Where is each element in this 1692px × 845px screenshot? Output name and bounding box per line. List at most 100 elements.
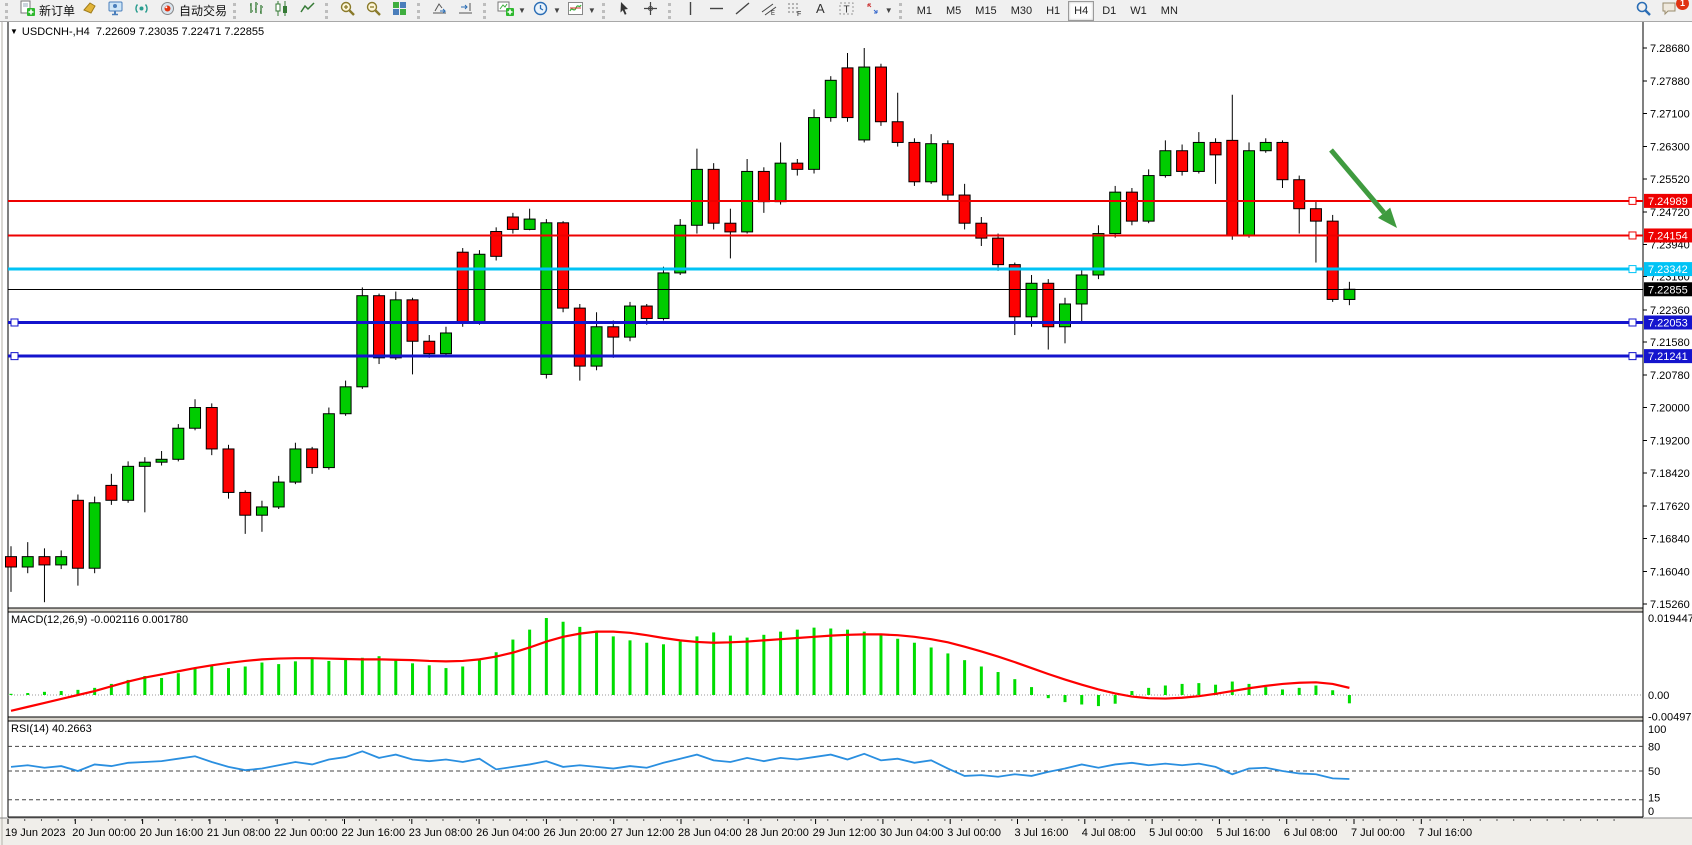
line-handle bbox=[1629, 232, 1636, 239]
bullish-candle bbox=[56, 557, 67, 565]
svg-text:28 Jun 20:00: 28 Jun 20:00 bbox=[745, 827, 809, 839]
new-chart-icon bbox=[497, 0, 514, 22]
svg-text:7 Jul 00:00: 7 Jul 00:00 bbox=[1351, 827, 1405, 839]
bullish-candle bbox=[323, 414, 334, 468]
toolbar-grip bbox=[417, 3, 423, 19]
bearish-candle bbox=[1227, 140, 1238, 235]
bearish-candle bbox=[223, 449, 234, 492]
indicators-button[interactable]: ▼ bbox=[564, 0, 599, 22]
label-button[interactable]: T bbox=[835, 0, 861, 22]
svg-text:6 Jul 08:00: 6 Jul 08:00 bbox=[1284, 827, 1338, 839]
timeframe-m15-button[interactable]: M15 bbox=[969, 1, 1002, 21]
timeframe-m30-button[interactable]: M30 bbox=[1005, 1, 1038, 21]
timeframe-w1-button[interactable]: W1 bbox=[1124, 1, 1153, 21]
auto-scroll-icon bbox=[431, 0, 448, 22]
bearish-candle bbox=[1210, 142, 1221, 154]
hline-button[interactable] bbox=[705, 0, 731, 22]
line-handle bbox=[11, 353, 18, 360]
auto-scroll-button[interactable] bbox=[428, 0, 454, 22]
bullish-candle bbox=[1244, 151, 1255, 236]
terminal-button[interactable] bbox=[104, 0, 130, 22]
bullish-candle bbox=[357, 296, 368, 387]
timeframe-h1-button[interactable]: H1 bbox=[1040, 1, 1066, 21]
toolbar-grip bbox=[483, 3, 489, 19]
crosshair-button[interactable] bbox=[639, 0, 665, 22]
new-order-button-label: 新订单 bbox=[39, 2, 75, 19]
chart-line-icon bbox=[299, 0, 316, 22]
timeframe-d1-button[interactable]: D1 bbox=[1096, 1, 1122, 21]
channel-icon: E bbox=[760, 0, 777, 22]
search-icon bbox=[1635, 0, 1652, 22]
autotrading-button[interactable]: 自动交易 bbox=[156, 0, 230, 22]
bearish-candle bbox=[641, 306, 652, 318]
text-button[interactable]: A bbox=[809, 0, 835, 22]
timeframe-mn-button[interactable]: MN bbox=[1155, 1, 1184, 21]
zoom-out-button[interactable] bbox=[362, 0, 388, 22]
svg-text:7.23342: 7.23342 bbox=[1648, 264, 1688, 276]
new-chart-button[interactable]: ▼ bbox=[494, 0, 529, 22]
svg-text:E: E bbox=[771, 11, 775, 17]
bullish-candle bbox=[390, 300, 401, 358]
zoom-in-button[interactable] bbox=[336, 0, 362, 22]
channel-button[interactable]: E bbox=[757, 0, 783, 22]
svg-text:7.26300: 7.26300 bbox=[1650, 142, 1690, 154]
timeframe-h4-button[interactable]: H4 bbox=[1068, 1, 1094, 21]
bullish-candle bbox=[474, 254, 485, 322]
chart-shift-button[interactable] bbox=[454, 0, 480, 22]
periods-icon bbox=[532, 0, 549, 22]
autotrading-icon bbox=[159, 0, 176, 22]
svg-text:7.24720: 7.24720 bbox=[1650, 207, 1690, 219]
timeframe-m1-button[interactable]: M1 bbox=[911, 1, 938, 21]
line-handle bbox=[11, 319, 18, 326]
text-icon: A bbox=[812, 0, 829, 22]
arrows-button[interactable]: ▼ bbox=[861, 0, 896, 22]
timeframe-m5-button[interactable]: M5 bbox=[940, 1, 967, 21]
chevron-down-icon: ▼ bbox=[588, 6, 596, 15]
arrows-icon bbox=[864, 0, 881, 22]
bullish-candle bbox=[123, 466, 134, 500]
svg-text:20 Jun 16:00: 20 Jun 16:00 bbox=[140, 827, 204, 839]
bullish-candle bbox=[691, 169, 702, 225]
chart-candles-button[interactable] bbox=[270, 0, 296, 22]
svg-text:29 Jun 12:00: 29 Jun 12:00 bbox=[813, 827, 877, 839]
svg-text:20 Jun 00:00: 20 Jun 00:00 bbox=[72, 827, 136, 839]
chevron-down-icon: ▼ bbox=[885, 6, 893, 15]
bullish-candle bbox=[926, 144, 937, 182]
fibonacci-icon: F bbox=[786, 0, 803, 22]
bullish-candle bbox=[290, 449, 301, 482]
svg-text:3 Jul 16:00: 3 Jul 16:00 bbox=[1015, 827, 1069, 839]
trendline-button[interactable] bbox=[731, 0, 757, 22]
bullish-candle bbox=[89, 503, 100, 568]
svg-text:7.17620: 7.17620 bbox=[1650, 501, 1690, 513]
bearish-candle bbox=[407, 300, 418, 341]
bearish-candle bbox=[1177, 151, 1188, 172]
chart-bars-button[interactable] bbox=[244, 0, 270, 22]
bullish-candle bbox=[825, 80, 836, 117]
toolbar-grip bbox=[899, 3, 905, 19]
signals-button[interactable] bbox=[130, 0, 156, 22]
bearish-candle bbox=[1126, 192, 1137, 221]
fibonacci-button[interactable]: F bbox=[783, 0, 809, 22]
bullish-candle bbox=[1260, 142, 1271, 150]
megaphone-button[interactable] bbox=[78, 0, 104, 22]
bullish-candle bbox=[675, 225, 686, 273]
tile-windows-button[interactable] bbox=[388, 0, 414, 22]
indicators-icon bbox=[567, 0, 584, 22]
bullish-candle bbox=[658, 273, 669, 319]
bearish-candle bbox=[959, 195, 970, 223]
bearish-candle bbox=[792, 163, 803, 169]
cursor-button[interactable] bbox=[613, 0, 639, 22]
bullish-candle bbox=[1143, 176, 1154, 222]
notifications-button[interactable]: 1 bbox=[1658, 0, 1684, 22]
search-button[interactable] bbox=[1632, 0, 1658, 22]
new-order-button[interactable]: 新订单 bbox=[16, 0, 78, 22]
chart-bars-icon bbox=[247, 0, 264, 22]
line-handle bbox=[1629, 353, 1636, 360]
cursor-icon bbox=[616, 0, 633, 22]
vline-button[interactable] bbox=[679, 0, 705, 22]
svg-text:22 Jun 16:00: 22 Jun 16:00 bbox=[342, 827, 406, 839]
chart-line-button[interactable] bbox=[296, 0, 322, 22]
price-chart[interactable]: 7.286807.278807.271007.263007.255207.247… bbox=[0, 22, 1692, 845]
trendline-icon bbox=[734, 0, 751, 22]
periods-button[interactable]: ▼ bbox=[529, 0, 564, 22]
